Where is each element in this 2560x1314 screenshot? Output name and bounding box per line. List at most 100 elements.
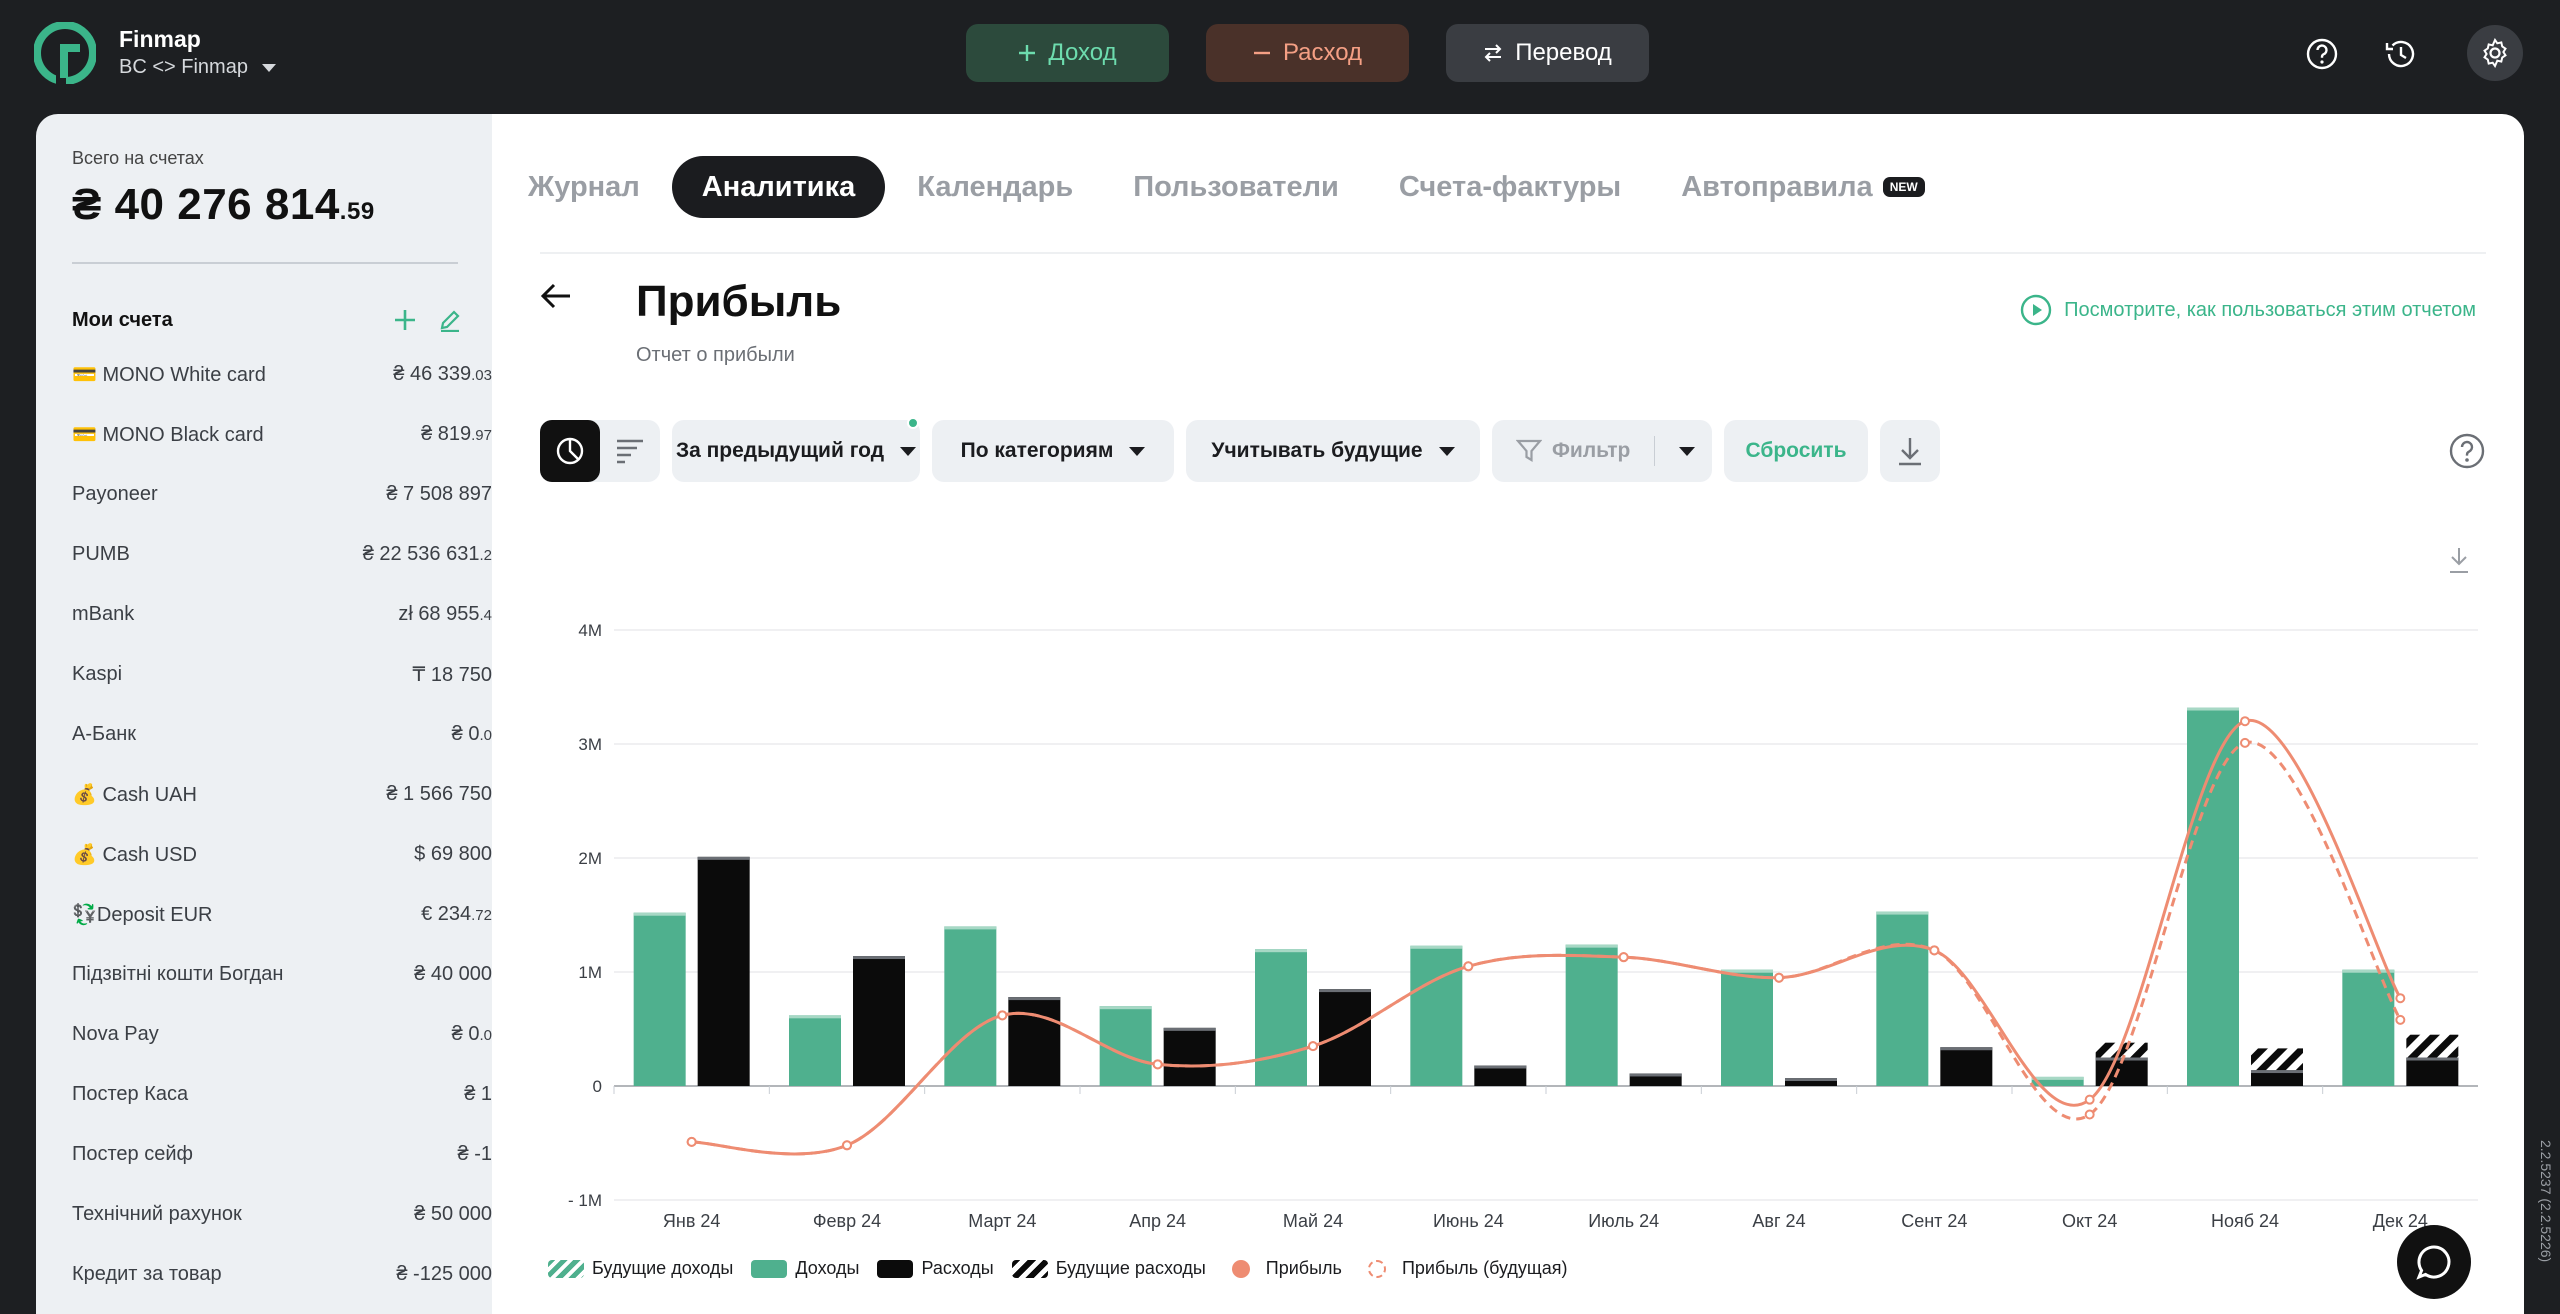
account-balance-value: ₴ 0 (451, 1022, 480, 1045)
table-view-button[interactable] (600, 420, 660, 482)
settings-gear-icon[interactable] (2467, 25, 2523, 81)
account-row[interactable]: А-Банк ₴ 0.0 (72, 704, 492, 764)
account-row[interactable]: 💱Deposit EUR € 234.72 (72, 884, 492, 944)
plus-icon (1019, 45, 1036, 61)
history-icon[interactable] (2376, 29, 2426, 79)
account-row[interactable]: Підзвітні кошти Богдан ₴ 40 000 (72, 944, 492, 1004)
account-balance: ₴ -1 (458, 1143, 492, 1166)
income-bar-cap (789, 1015, 841, 1019)
section-tabs: Журнал Аналитика Календарь Пользователи Счет… (528, 156, 1955, 218)
account-row[interactable]: Постер Каса ₴ 1 (72, 1064, 492, 1124)
reset-label: Сбросить (1745, 439, 1847, 462)
transfer-icon (1484, 44, 1502, 62)
active-filter-dot (907, 417, 919, 429)
account-row[interactable]: Kaspi ₸ 18 750 (72, 644, 492, 704)
workspace-switcher[interactable]: Finmap BC <> Finmap (119, 26, 276, 79)
grouping-dropdown[interactable]: По категориям (932, 420, 1174, 482)
expense-bar (1940, 1047, 1993, 1086)
account-row[interactable]: Payoneer ₴ 7 508 897 (72, 464, 492, 524)
account-balance-value: zł 68 955 (398, 602, 480, 625)
tab-label: Журнал (528, 170, 640, 203)
support-chat-button[interactable] (2397, 1225, 2471, 1299)
list-lines-icon (617, 439, 643, 464)
legend-item[interactable]: Будущие доходы (548, 1258, 733, 1279)
profit-point (1929, 945, 1940, 956)
account-row[interactable]: Технічний рахунок ₴ 50 000 (72, 1184, 492, 1244)
profit-future-point (2240, 737, 2250, 748)
howto-label: Посмотрите, как пользоваться этим отчето… (2064, 298, 2476, 321)
account-balance-cents: .2 (479, 546, 492, 564)
add-expense-button[interactable]: Расход (1206, 24, 1409, 82)
legend-item[interactable]: Будущие расходы (1011, 1258, 1206, 1279)
account-row[interactable]: 💰 Cash USD $ 69 800 (72, 824, 492, 884)
expense-bar (1163, 1027, 1216, 1086)
x-tick-label: Сент 24 (1901, 1211, 1967, 1231)
reset-button[interactable]: Сбросить (1724, 420, 1868, 482)
income-bar (789, 1015, 841, 1086)
add-account-plus-icon[interactable] (394, 309, 416, 331)
howto-video-link[interactable]: Посмотрите, как пользоваться этим отчето… (2020, 294, 2476, 326)
account-row[interactable]: 💳 MONO White card ₴ 46 339.03 (72, 344, 492, 404)
add-transfer-button[interactable]: Перевод (1446, 24, 1649, 82)
tab-2[interactable]: Календарь (887, 156, 1103, 218)
help-icon[interactable] (2297, 29, 2347, 79)
account-row[interactable]: Кредит за товар ₴ -125 000 (72, 1244, 492, 1304)
x-tick-label: Июнь 24 (1433, 1211, 1504, 1231)
accounts-header: Мои счета (72, 308, 462, 332)
legend-item[interactable]: Прибыль (1224, 1258, 1342, 1279)
edit-pencil-icon[interactable] (438, 308, 462, 332)
account-row[interactable]: Nova Pay ₴ 0.0 (72, 1004, 492, 1064)
y-tick-label: 2M (578, 849, 602, 868)
profit-future-point (2084, 1109, 2095, 1120)
back-arrow-icon[interactable] (540, 282, 572, 315)
legend-item[interactable]: Расходы (877, 1258, 994, 1279)
future-dropdown[interactable]: Учитывать будущие (1186, 420, 1480, 482)
account-balance-value: ₴ 40 000 (414, 962, 492, 985)
profit-point (1152, 1059, 1163, 1070)
account-balance-value: ₴ 0 (451, 722, 480, 745)
income-bar-cap (1876, 911, 1929, 915)
y-tick-label: 0 (593, 1077, 602, 1096)
account-balance-cents: .0 (479, 1026, 492, 1044)
x-tick-label: Март 24 (968, 1211, 1036, 1231)
y-tick-label: - 1M (568, 1191, 602, 1210)
view-toggle (540, 420, 660, 482)
new-badge: NEW (1882, 177, 1925, 197)
legend-dashed-dot-icon (1367, 1259, 1386, 1278)
period-dropdown[interactable]: За предыдущий год (672, 420, 920, 482)
account-name: 💰 Cash UAH (72, 783, 197, 806)
tab-3[interactable]: Пользователи (1103, 156, 1369, 218)
income-bar-cap (1099, 1006, 1152, 1010)
chart-download-icon[interactable] (2450, 548, 2468, 573)
tab-4[interactable]: Счета-фактуры (1369, 156, 1651, 218)
tab-0[interactable]: Журнал (528, 156, 670, 218)
account-balance-cents: .03 (471, 366, 492, 384)
account-balance: € 234.72 (421, 903, 492, 926)
account-row[interactable]: 💳 MONO Black card ₴ 819.97 (72, 404, 492, 464)
account-row[interactable]: mBank zł 68 955.4 (72, 584, 492, 644)
add-income-button[interactable]: Доход (966, 24, 1169, 82)
filter-dropdown[interactable]: Фильтр (1492, 420, 1712, 482)
chart-view-button[interactable] (540, 420, 600, 482)
chevron-down-icon (1129, 446, 1146, 456)
period-label: За предыдущий год (675, 439, 885, 462)
legend-item[interactable]: Доходы (751, 1258, 859, 1279)
account-balance-value: ₴ -125 000 (396, 1262, 492, 1285)
expense-bar-cap (1629, 1073, 1682, 1077)
expense-bar-cap (2251, 1070, 2303, 1074)
y-tick-label: 3M (578, 735, 602, 754)
tab-1[interactable]: Аналитика (671, 156, 886, 218)
account-balance: ₴ 1 566 750 (386, 783, 492, 806)
chevron-down-icon (1438, 446, 1455, 456)
report-help-icon[interactable] (2448, 432, 2486, 475)
download-report-button[interactable] (1880, 420, 1940, 482)
tab-5[interactable]: Автоправила NEW (1651, 156, 1955, 218)
finmap-logo-icon[interactable] (34, 22, 96, 84)
income-bar (1721, 969, 1773, 1086)
add-transfer-label: Перевод (1515, 39, 1612, 66)
legend-item[interactable]: Прибыль (будущая) (1360, 1258, 1567, 1279)
account-row[interactable]: 💰 Cash UAH ₴ 1 566 750 (72, 764, 492, 824)
funnel-icon (1516, 439, 1542, 462)
account-row[interactable]: Постер сейф ₴ -1 (72, 1124, 492, 1184)
account-row[interactable]: PUMB ₴ 22 536 631.2 (72, 524, 492, 584)
